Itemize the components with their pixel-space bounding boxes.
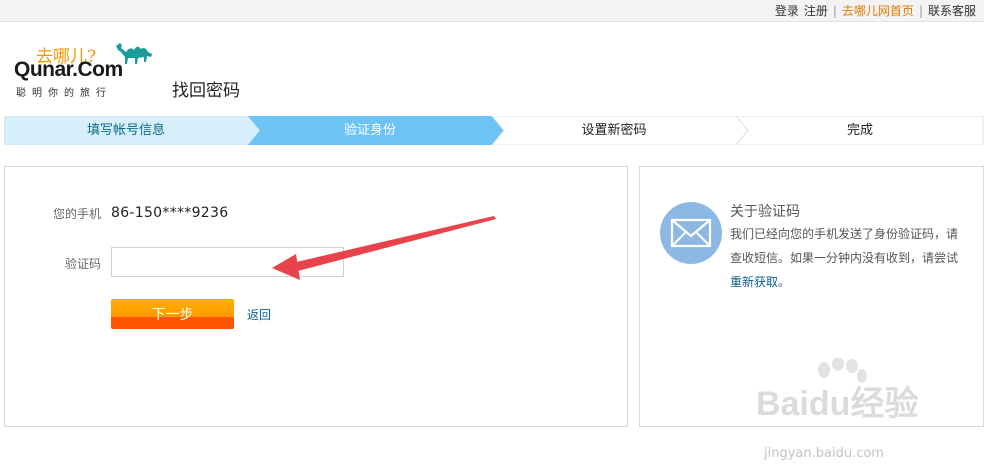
info-title: 关于验证码 [730, 204, 800, 220]
baidu-watermark: Baidu经验 jingyan.baidu.com [756, 358, 984, 469]
period: 。 [778, 275, 791, 289]
resend-code-label: 重新获取 [730, 275, 779, 289]
envelope-icon [660, 202, 722, 264]
resend-code-link[interactable]: 重新获取。 [730, 273, 790, 290]
info-text: 我们已经向您的手机发送了身份验证码，请查收短信。如果一分钟内没有收到，请尝试 [730, 227, 959, 265]
watermark-url: jingyan.baidu.com [764, 446, 884, 461]
watermark-brand: Baidu经验 [756, 385, 919, 423]
